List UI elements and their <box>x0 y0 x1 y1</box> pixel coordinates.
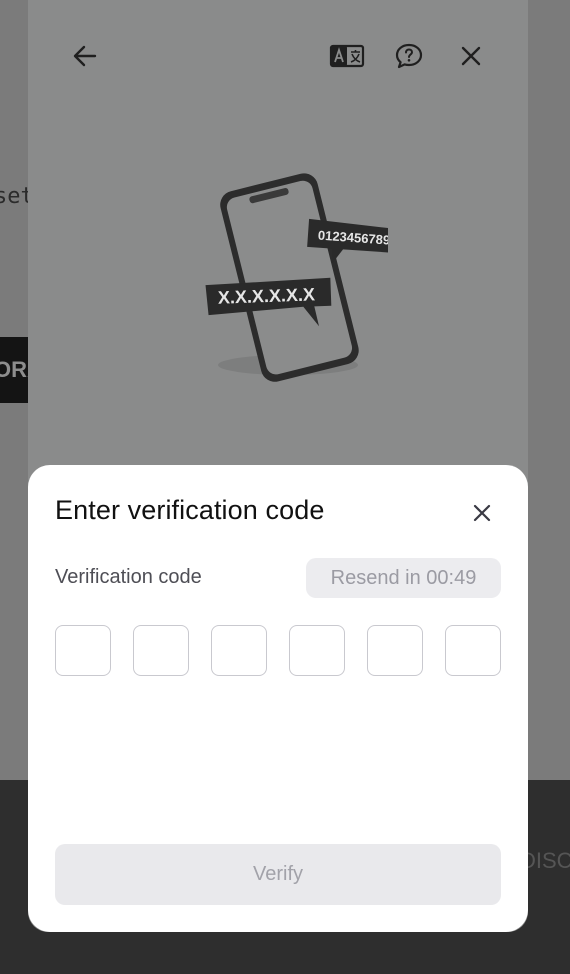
code-digit-3[interactable] <box>211 625 267 676</box>
close-icon <box>473 504 491 522</box>
sheet-title: Enter verification code <box>55 495 325 525</box>
code-digit-5[interactable] <box>367 625 423 676</box>
verify-button[interactable]: Verify <box>55 844 501 905</box>
help-button[interactable] <box>389 36 429 76</box>
code-digit-2[interactable] <box>133 625 189 676</box>
close-icon <box>461 46 481 66</box>
phone-illustration: 0123456789 X.X.X.X.X.X <box>205 173 388 382</box>
code-input-group <box>55 625 501 676</box>
arrow-left-icon <box>73 45 97 67</box>
code-digit-4[interactable] <box>289 625 345 676</box>
resend-button[interactable]: Resend in 00:49 <box>306 558 501 598</box>
translate-icon <box>329 44 365 68</box>
code-digit-6[interactable] <box>445 625 501 676</box>
background-button-label: ORA <box>0 357 30 382</box>
code-label: Verification code <box>55 566 202 588</box>
code-digit-1[interactable] <box>55 625 111 676</box>
background-button: ORA <box>0 337 30 403</box>
close-modal-button[interactable] <box>451 36 491 76</box>
back-button[interactable] <box>65 36 105 76</box>
help-chat-icon <box>395 43 423 69</box>
translate-button[interactable] <box>327 36 367 76</box>
verification-sheet: Enter verification code Verification cod… <box>28 465 528 932</box>
masked-bubble-text: X.X.X.X.X.X <box>218 284 316 307</box>
sheet-close-button[interactable] <box>464 495 500 531</box>
